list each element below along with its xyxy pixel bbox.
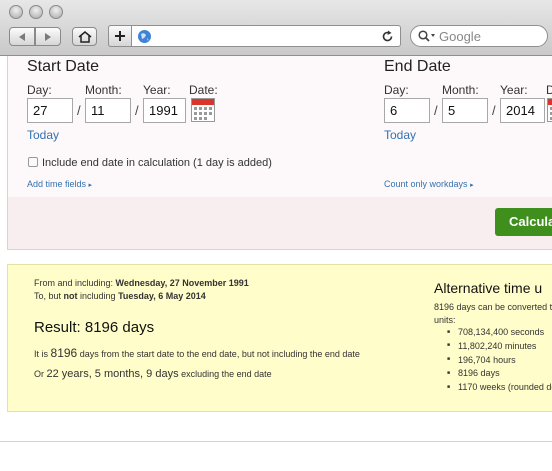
browser-toolbar: Google: [0, 0, 552, 56]
add-time-fields-text: Add time fields: [27, 179, 87, 189]
triangle-right-icon: ▸: [88, 182, 93, 189]
close-window-button[interactable]: [9, 5, 23, 19]
start-today-link[interactable]: Today: [27, 128, 59, 142]
back-button[interactable]: [9, 27, 35, 46]
list-item: 11,802,240 minutes: [447, 341, 552, 355]
end-year-input[interactable]: 2014: [500, 98, 545, 123]
reload-icon[interactable]: [381, 30, 394, 43]
search-field[interactable]: Google: [410, 25, 548, 47]
add-time-fields-link[interactable]: Add time fields ▸: [27, 179, 92, 189]
separator: /: [77, 103, 81, 118]
end-today-link[interactable]: Today: [384, 128, 416, 142]
result-ymd-line: Or 22 years, 5 months, 9 days excluding …: [34, 368, 272, 380]
start-month-input[interactable]: 11: [85, 98, 131, 123]
from-date: Wednesday, 27 November 1991: [115, 278, 249, 288]
end-year-label: Year:: [500, 83, 528, 97]
include-end-date-label: Include end date in calculation (1 day i…: [42, 157, 272, 169]
end-day-label: Day:: [384, 83, 409, 97]
zoom-window-button[interactable]: [49, 5, 63, 19]
end-date-heading: End Date: [384, 58, 451, 75]
end-month-input[interactable]: 5: [442, 98, 488, 123]
alt-units-list: 708,134,400 seconds 11,802,240 minutes 1…: [447, 327, 552, 396]
triangle-right-icon: ▸: [470, 182, 474, 189]
start-month-label: Month:: [85, 83, 122, 97]
plus-icon: [115, 31, 125, 41]
home-button[interactable]: [72, 27, 97, 46]
include-end-date-checkbox[interactable]: [28, 157, 38, 167]
end-date-label: D: [546, 83, 552, 97]
to-prefix: To, but: [34, 291, 64, 301]
forward-arrow-icon: [45, 32, 51, 41]
start-day-label: Day:: [27, 83, 52, 97]
to-date: Tuesday, 6 May 2014: [118, 291, 206, 301]
back-arrow-icon: [19, 32, 25, 41]
home-icon: [78, 30, 91, 43]
minimize-window-button[interactable]: [29, 5, 43, 19]
divider: [0, 441, 552, 442]
date-input-area: [8, 56, 552, 197]
days-suffix: days from the start date to the end date…: [77, 349, 360, 359]
web-page: Start Date Day: Month: Year: Date: 27 / …: [0, 56, 552, 471]
globe-icon: [138, 30, 151, 43]
separator: /: [492, 103, 496, 118]
address-bar[interactable]: [108, 25, 401, 47]
add-bookmark-button[interactable]: [108, 25, 132, 47]
ymd-value: 22 years, 5 months, 9 days: [46, 368, 179, 380]
ymd-prefix: Or: [34, 369, 47, 379]
alt-intro-line2: units:: [434, 315, 456, 325]
separator: /: [434, 103, 438, 118]
to-line: To, but not including Tuesday, 6 May 201…: [34, 291, 206, 301]
search-placeholder: Google: [439, 28, 481, 44]
end-calendar-icon[interactable]: [547, 98, 552, 122]
start-day-input[interactable]: 27: [27, 98, 73, 123]
calculate-button[interactable]: Calcula: [495, 208, 552, 236]
separator: /: [135, 103, 139, 118]
start-date-heading: Start Date: [27, 58, 100, 75]
to-mid: including: [77, 291, 119, 301]
days-prefix: It is: [34, 349, 51, 359]
search-icon: [418, 30, 435, 42]
count-workdays-link[interactable]: Count only workdays ▸: [384, 179, 474, 189]
list-item: 196,704 hours: [447, 355, 552, 369]
from-line: From and including: Wednesday, 27 Novemb…: [34, 278, 249, 288]
forward-button[interactable]: [35, 27, 61, 46]
end-day-input[interactable]: 6: [384, 98, 430, 123]
end-month-label: Month:: [442, 83, 479, 97]
alternative-units-heading: Alternative time u: [434, 280, 543, 296]
count-workdays-text: Count only workdays: [384, 179, 468, 189]
ymd-suffix: excluding the end date: [178, 369, 272, 379]
list-item: 1170 weeks (rounded dow: [447, 382, 552, 396]
list-item: 8196 days: [447, 368, 552, 382]
result-days-line: It is 8196 days from the start date to t…: [34, 346, 360, 360]
result-title: Result: 8196 days: [34, 319, 155, 336]
start-year-input[interactable]: 1991: [143, 98, 186, 123]
start-date-label: Date:: [189, 83, 218, 97]
list-item: 708,134,400 seconds: [447, 327, 552, 341]
to-not: not: [63, 291, 78, 301]
days-number: 8196: [50, 346, 78, 360]
start-year-label: Year:: [143, 83, 171, 97]
alt-intro-line1: 8196 days can be converted to: [434, 302, 552, 312]
from-prefix: From and including:: [34, 278, 116, 288]
start-calendar-icon[interactable]: [191, 98, 215, 122]
